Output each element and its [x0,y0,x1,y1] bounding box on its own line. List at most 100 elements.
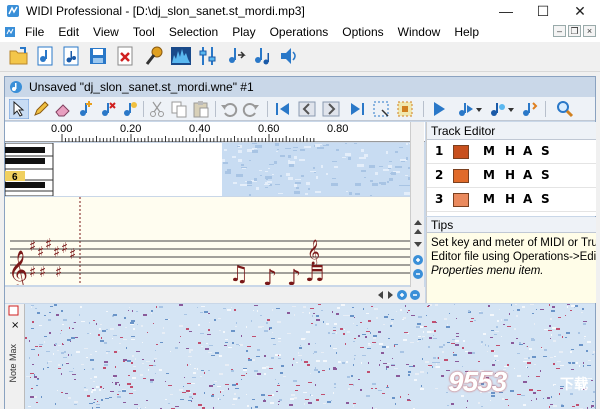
spectrogram-cell [87,333,89,334]
menu-operations[interactable]: Operations [263,22,336,42]
spectrogram-cell [276,151,278,152]
menu-window[interactable]: Window [391,22,448,42]
track-hide-toggle[interactable]: H [505,192,515,206]
track-color-swatch[interactable] [453,193,469,207]
menu-options[interactable]: Options [335,22,390,42]
track-solo-toggle[interactable]: S [541,144,550,158]
microphone-icon[interactable] [143,45,165,67]
prev-marker-icon[interactable] [297,99,317,119]
menu-tool[interactable]: Tool [126,22,162,42]
track-color-swatch[interactable] [453,169,469,183]
speaker-icon[interactable] [278,45,300,67]
spectrogram-cell [329,368,330,370]
mdi-minimize-button[interactable]: – [553,25,566,37]
spectrogram-cell [365,336,367,338]
menu-selection[interactable]: Selection [162,22,225,42]
select-arrow-icon[interactable] [9,99,29,119]
convert-icon[interactable] [251,45,273,67]
track-mute-toggle[interactable]: M [483,192,495,206]
select-region-icon[interactable] [371,99,391,119]
spectrogram-cell [170,351,171,352]
play-midi-icon[interactable] [487,99,507,119]
edit-note-icon[interactable] [119,99,139,119]
midi-file-icon[interactable] [60,45,82,67]
dropdown-arrow-icon[interactable] [507,99,515,119]
undo-icon[interactable] [219,99,239,119]
piano-keyboard[interactable] [5,143,55,196]
track-row[interactable]: 3 M H A S [427,188,596,212]
spectrogram-cell [361,362,362,364]
track-active-toggle[interactable]: A [523,168,532,182]
go-to-end-icon[interactable] [347,99,367,119]
play-selection-icon[interactable] [455,99,475,119]
spectrogram-cell [414,379,417,381]
spectrogram-cell [567,304,570,305]
mdi-close-button[interactable]: × [583,25,596,37]
paste-icon[interactable] [191,99,211,119]
track-mute-toggle[interactable]: M [483,144,495,158]
menu-view[interactable]: View [86,22,126,42]
spectrogram-cell [588,378,592,379]
track-hide-toggle[interactable]: H [505,144,515,158]
recognize-icon[interactable] [224,45,246,67]
save-icon[interactable] [87,45,109,67]
cut-icon[interactable] [147,99,167,119]
menu-play[interactable]: Play [225,22,262,42]
spectrogram-cell [294,314,295,316]
track-solo-toggle[interactable]: S [541,192,550,206]
spectrogram-cell [558,317,561,318]
piano-roll[interactable]: 6 [5,143,415,197]
open-file-icon[interactable] [8,45,30,67]
spectrogram-cell [189,396,192,398]
marquee-icon[interactable] [395,99,415,119]
track-hide-toggle[interactable]: H [505,168,515,182]
redo-icon[interactable] [241,99,261,119]
spectrogram-cell [334,387,336,388]
metronome-icon[interactable] [519,99,539,119]
spectrogram-view[interactable] [25,304,595,409]
eraser-icon[interactable] [53,99,73,119]
horizontal-scroll-bar[interactable] [5,287,425,303]
vertical-scrollbar[interactable] [410,122,424,287]
track-color-swatch[interactable] [453,145,469,159]
audio-file-icon[interactable] [34,45,56,67]
spectrogram-cell [278,383,279,384]
time-ruler[interactable]: 0.00 0.20 0.40 0.60 0.80 [5,122,425,142]
spectrogram-cell [93,381,95,382]
spectrogram-cell [336,149,339,151]
close-file-icon[interactable] [114,45,136,67]
menu-help[interactable]: Help [447,22,486,42]
go-to-start-icon[interactable] [273,99,293,119]
menu-edit[interactable]: Edit [51,22,86,42]
menu-file[interactable]: File [18,22,51,42]
minimize-button[interactable]: — [489,0,523,22]
dropdown-arrow-icon[interactable] [475,99,483,119]
mixer-icon[interactable] [197,45,219,67]
track-row[interactable]: 2 M H A S [427,164,596,188]
track-active-toggle[interactable]: A [523,144,532,158]
track-solo-toggle[interactable]: S [541,168,550,182]
spectrogram-cell [155,373,156,374]
close-button[interactable]: ✕ [563,0,597,22]
copy-icon[interactable] [169,99,189,119]
play-icon[interactable] [429,99,449,119]
spectrogram-side-panel: × Note Max [5,304,25,409]
app-menu-icon[interactable] [4,26,16,38]
spectrum-icon[interactable] [170,45,192,67]
watermark-sub: 下载 [560,376,588,392]
zoom-icon[interactable] [555,99,575,119]
maximize-button[interactable]: ☐ [526,0,560,22]
notation-staff[interactable]: 𝄞 ♯ ♯ ♯ ♯ ♯ ♯ ♯ ♯ ♯ ♫ ♪ ♪ ♬ 𝄞 [5,197,410,291]
spectrogram-cell [123,361,125,362]
delete-note-icon[interactable] [97,99,117,119]
mdi-restore-button[interactable]: ❐ [568,25,581,37]
track-mute-toggle[interactable]: M [483,168,495,182]
track-active-toggle[interactable]: A [523,192,532,206]
spectrogram-cell [368,320,371,322]
insert-note-icon[interactable] [75,99,95,119]
next-marker-icon[interactable] [321,99,341,119]
track-row[interactable]: 1 M H A S [427,140,596,164]
pencil-icon[interactable] [31,99,51,119]
spectrogram-cell [182,392,186,393]
spectrogram-cell [131,320,135,322]
